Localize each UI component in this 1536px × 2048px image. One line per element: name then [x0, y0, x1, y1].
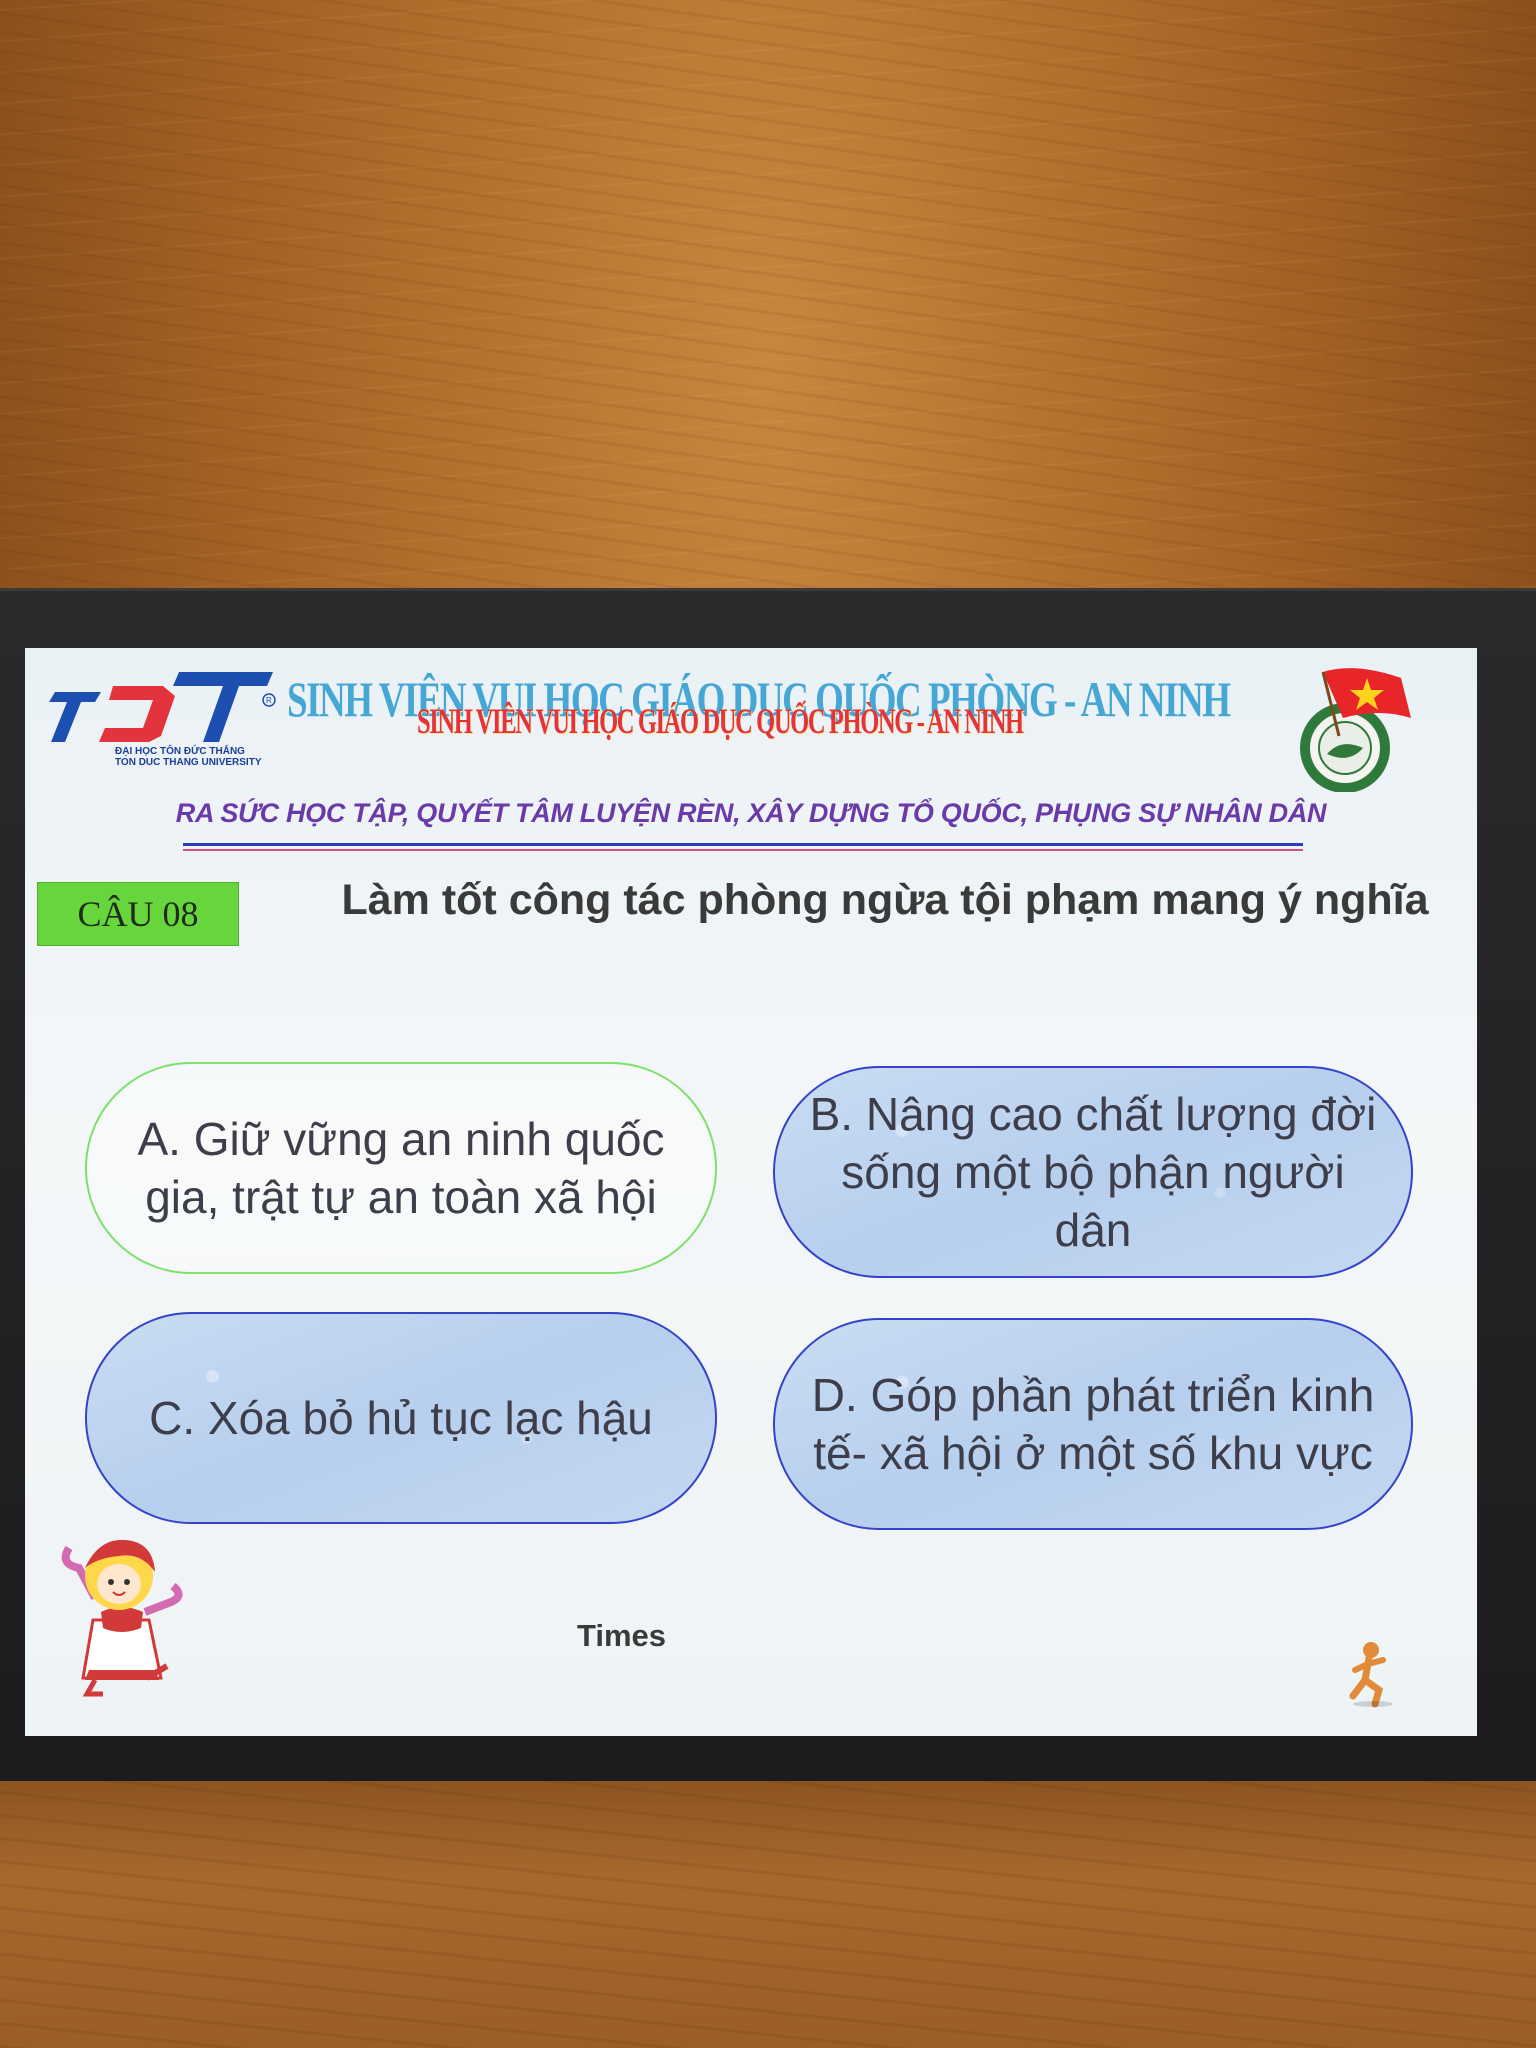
answer-b-button[interactable]: B. Nâng cao chất lượng đời sống một bộ p… [773, 1066, 1413, 1278]
university-name-vi: ĐẠI HỌC TÔN ĐỨC THẮNG [115, 746, 245, 757]
cartoon-girl-icon [49, 1528, 189, 1698]
running-figure-icon[interactable] [1335, 1638, 1405, 1708]
question-text: Làm tốt công tác phòng ngừa tội phạm man… [341, 876, 1429, 924]
university-name-en: TON DUC THANG UNIVERSITY [115, 757, 262, 768]
answer-b-label: B. Nâng cao chất lượng đời sống một bộ p… [809, 1088, 1377, 1256]
youth-union-emblem-icon [1283, 652, 1443, 793]
slogan-underline [183, 843, 1303, 851]
quiz-slide: R ĐẠI HỌC TÔN ĐỨC THẮNG TON DUC THANG UN… [25, 648, 1477, 1736]
event-title: SINH VIÊN VUI HỌC GIÁO DỤC QUỐC PHÒNG - … [417, 701, 1024, 741]
tdt-logo-mark: R [49, 672, 276, 742]
wooden-desk-foreground [0, 1770, 1536, 2048]
answer-a-button[interactable]: A. Giữ vững an ninh quốc gia, trật tự an… [85, 1062, 717, 1274]
answer-c-button[interactable]: C. Xóa bỏ hủ tục lạc hậu [85, 1312, 717, 1524]
timer-label: Times [577, 1618, 667, 1653]
answer-c-label: C. Xóa bỏ hủ tục lạc hậu [149, 1392, 653, 1444]
answer-d-label: D. Góp phần phát triển kinh tế- xã hội ở… [811, 1369, 1375, 1479]
answer-a-label: A. Giữ vững an ninh quốc gia, trật tự an… [137, 1113, 665, 1223]
question-number-badge: CÂU 08 [37, 882, 239, 946]
svg-text:R: R [266, 696, 272, 705]
tdt-logo: R ĐẠI HỌC TÔN ĐỨC THẮNG TON DUC THANG UN… [43, 662, 293, 772]
answer-d-button[interactable]: D. Góp phần phát triển kinh tế- xã hội ở… [773, 1318, 1413, 1530]
slogan: RA SỨC HỌC TẬP, QUYẾT TÂM LUYỆN RÈN, XÂY… [175, 798, 1327, 828]
